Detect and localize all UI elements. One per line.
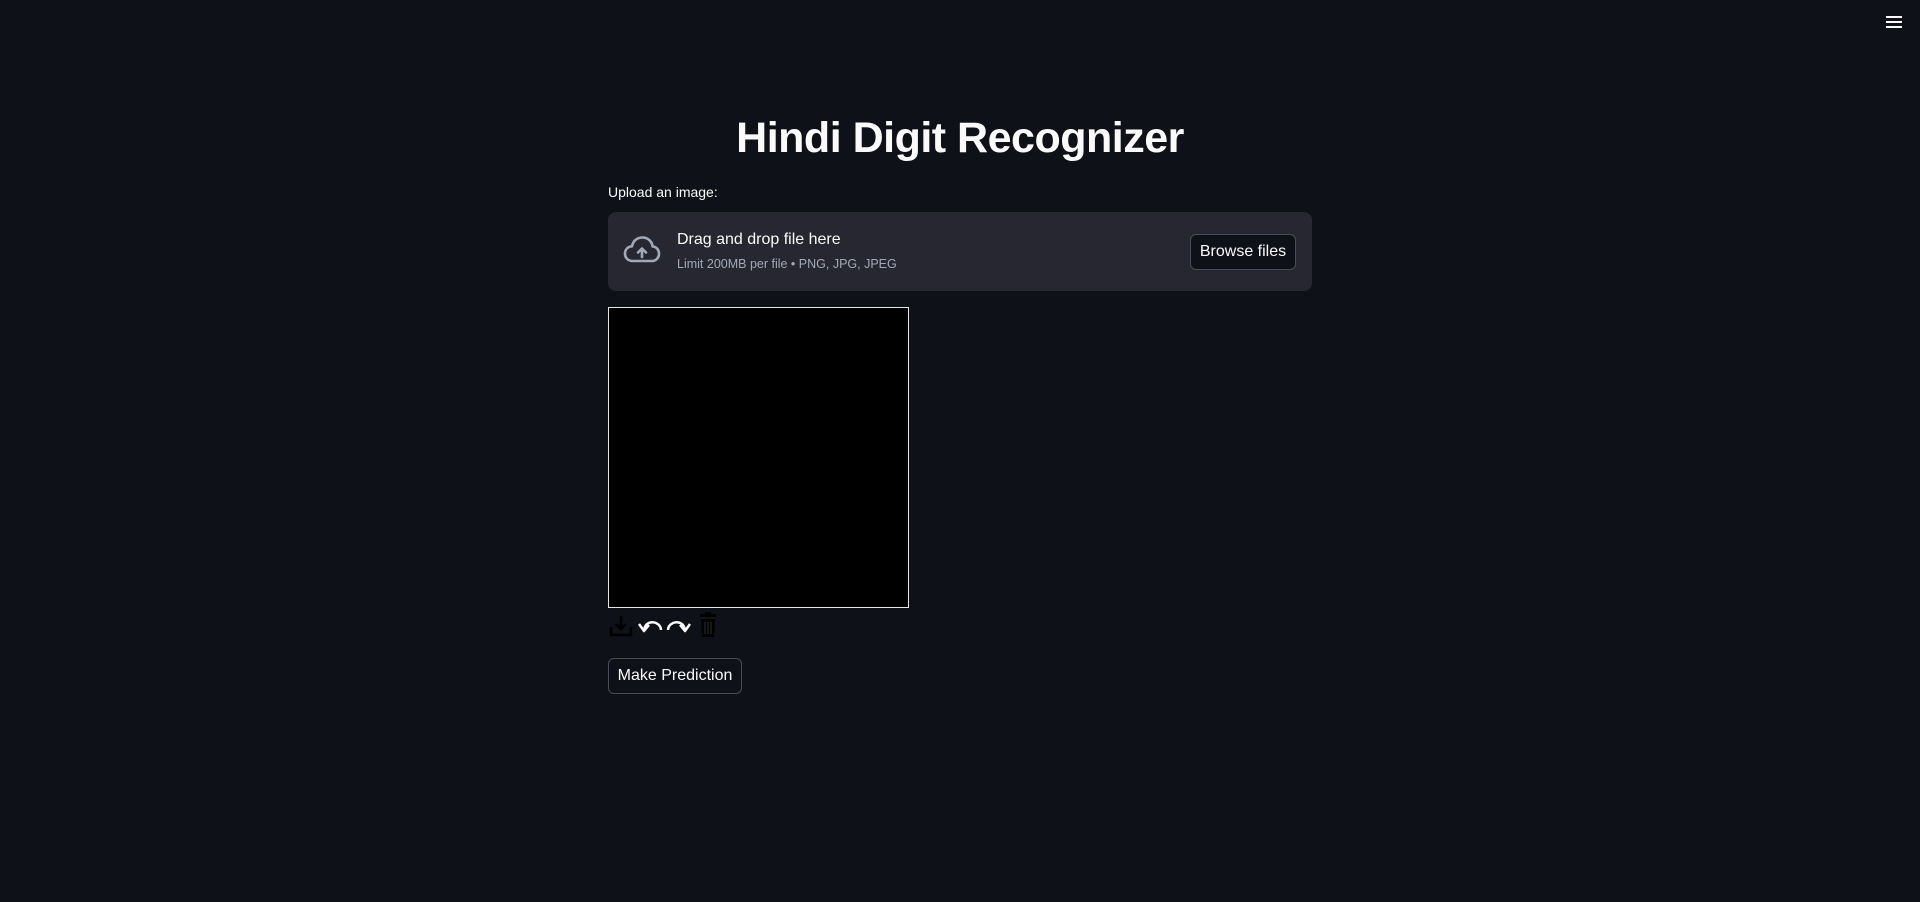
redo-icon[interactable] bbox=[666, 612, 692, 638]
browse-files-button[interactable]: Browse files bbox=[1190, 234, 1296, 270]
dropzone-limit-text: Limit 200MB per file • PNG, JPG, JPEG bbox=[677, 257, 897, 271]
download-icon[interactable] bbox=[608, 612, 634, 638]
hamburger-menu-icon[interactable] bbox=[1880, 8, 1908, 36]
upload-label: Upload an image: bbox=[608, 184, 718, 200]
make-prediction-button[interactable]: Make Prediction bbox=[608, 658, 742, 694]
cloud-upload-icon bbox=[623, 234, 661, 266]
dropzone-instructions: Drag and drop file here bbox=[677, 231, 841, 248]
undo-icon[interactable] bbox=[637, 612, 663, 638]
page-title: Hindi Digit Recognizer bbox=[736, 114, 1184, 162]
file-dropzone[interactable]: Drag and drop file here Limit 200MB per … bbox=[608, 212, 1312, 291]
trash-icon[interactable] bbox=[695, 612, 721, 638]
drawing-canvas[interactable] bbox=[608, 307, 909, 608]
canvas-toolbar bbox=[608, 612, 724, 638]
